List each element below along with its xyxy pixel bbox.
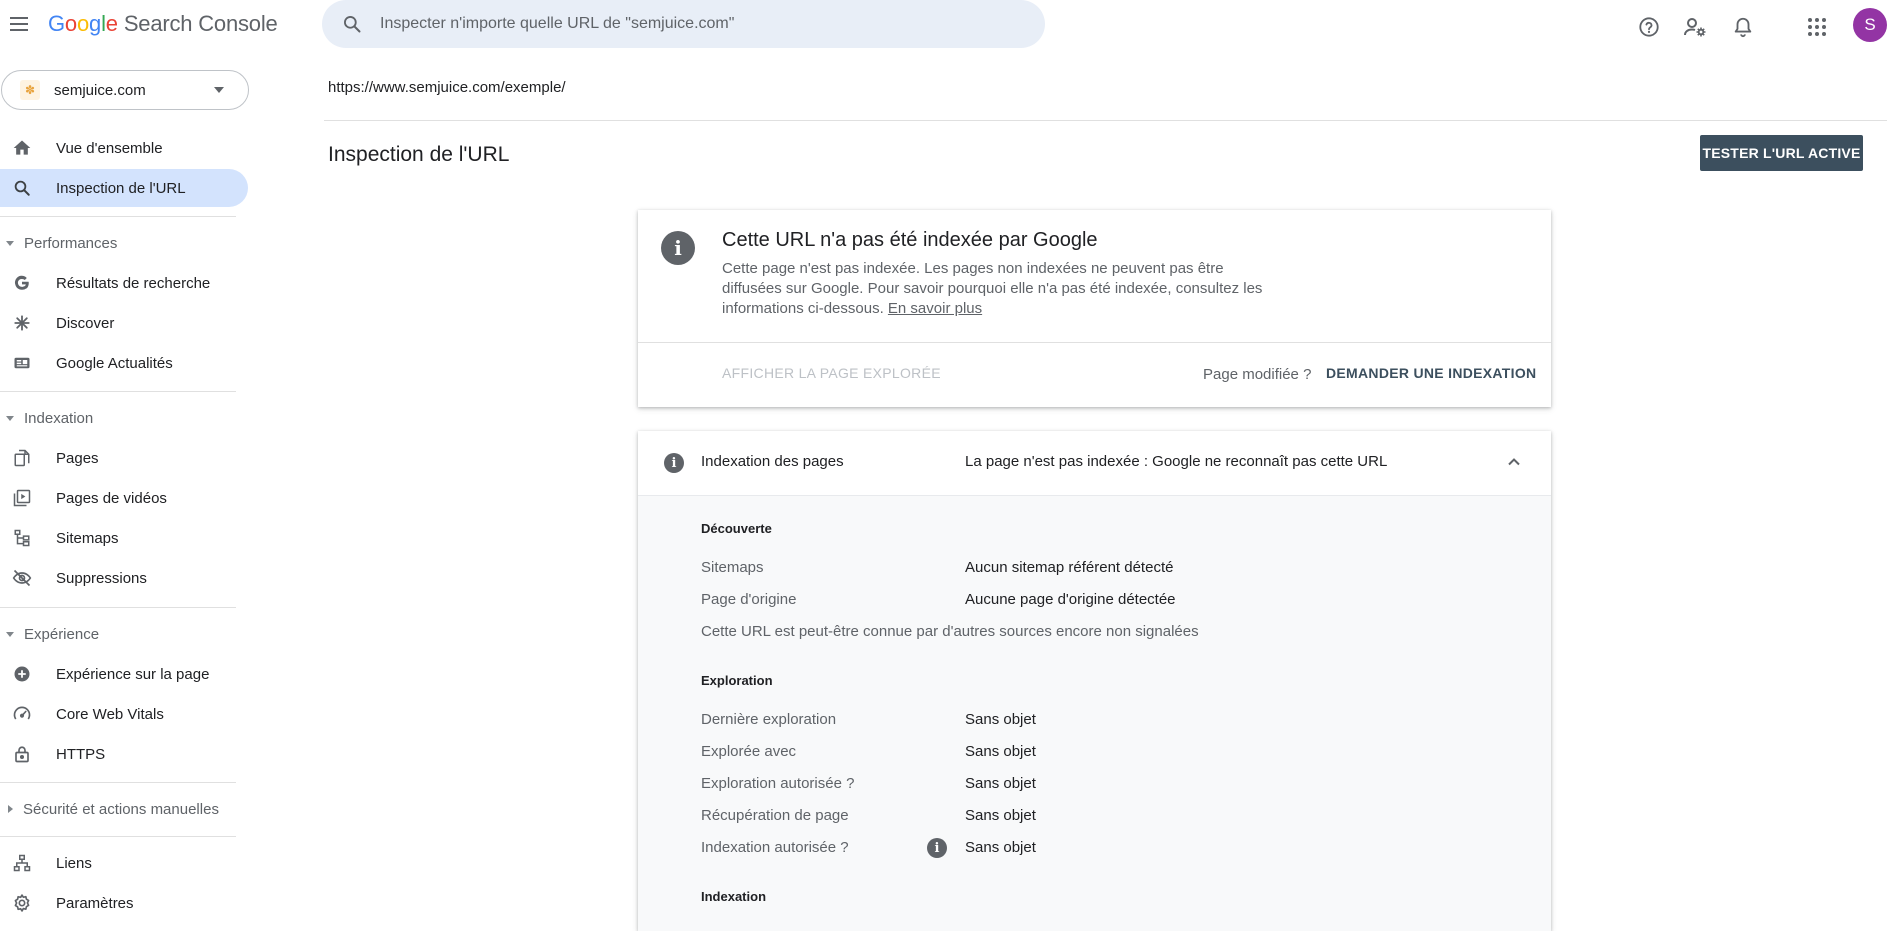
top-bar: GoogleSearch Console S [0, 0, 1887, 50]
property-favicon: ✽ [20, 80, 40, 100]
speed-icon [12, 704, 32, 724]
inspected-url: https://www.semjuice.com/exemple/ [328, 79, 566, 96]
section-performances[interactable]: Performances [0, 231, 248, 255]
sidebar-item-search-results[interactable]: Résultats de recherche [0, 264, 248, 302]
collapse-arrow-icon [6, 240, 14, 246]
index-status-card: i Cette URL n'a pas été indexée par Goog… [638, 210, 1551, 407]
chevron-up-icon[interactable] [1507, 455, 1521, 469]
search-icon [344, 16, 361, 33]
sitemap-icon [12, 528, 32, 548]
row-label: Indexation autorisée ? [701, 839, 849, 856]
page-indexing-status: La page n'est pas indexée : Google ne re… [965, 453, 1388, 470]
row-value: Sans objet [965, 743, 1036, 760]
page-indexing-title: Indexation des pages [701, 453, 844, 470]
search-console-logo[interactable]: Google Search Console [48, 11, 278, 37]
home-icon [12, 138, 32, 158]
search-input[interactable] [380, 15, 980, 33]
info-icon[interactable]: i [927, 838, 947, 858]
sidebar-item-url-inspection[interactable]: Inspection de l'URL [0, 169, 248, 207]
request-indexing-button[interactable]: DEMANDER UNE INDEXATION [1326, 365, 1536, 381]
property-selector[interactable]: ✽ semjuice.com [1, 70, 249, 110]
sidebar-item-discover[interactable]: Discover [0, 304, 248, 342]
page-indexing-details: Découverte Sitemaps Aucun sitemap référe… [638, 495, 1551, 931]
row-label: Dernière exploration [701, 711, 837, 728]
manage-users-icon[interactable] [1683, 15, 1707, 39]
main-menu-icon[interactable] [8, 12, 32, 36]
settings-icon [12, 893, 32, 913]
account-avatar[interactable]: S [1853, 8, 1887, 42]
index-status-heading: Cette URL n'a pas été indexée par Google [722, 229, 1098, 251]
page-modified-label: Page modifiée ? [1203, 366, 1312, 383]
collapse-arrow-icon [6, 415, 14, 421]
sidebar-item-video-pages[interactable]: Pages de vidéos [0, 479, 248, 517]
index-status-description: Cette page n'est pas indexée. Les pages … [722, 260, 1263, 317]
view-crawled-page-button[interactable]: AFFICHER LA PAGE EXPLORÉE [722, 365, 941, 381]
sidebar-item-sitemaps[interactable]: Sitemaps [0, 519, 248, 557]
sidebar-item-overview[interactable]: Vue d'ensemble [0, 129, 248, 167]
apps-grid-icon[interactable] [1805, 15, 1829, 39]
crawl-heading: Exploration [701, 673, 773, 688]
row-value: Sans objet [965, 807, 1036, 824]
row-value: Sans objet [965, 775, 1036, 792]
row-label: Page d'origine [701, 591, 797, 608]
row-value: Aucune page d'origine détectée [965, 591, 1176, 608]
google-g-icon [12, 273, 32, 293]
property-name: semjuice.com [54, 81, 146, 99]
learn-more-link[interactable]: En savoir plus [888, 300, 982, 317]
links-icon [12, 853, 32, 873]
notifications-bell-icon[interactable] [1731, 15, 1755, 39]
section-experience[interactable]: Expérience [0, 622, 248, 646]
indexing-heading: Indexation [701, 889, 767, 904]
news-icon [12, 353, 32, 373]
sidebar-item-links[interactable]: Liens [0, 844, 248, 882]
sidebar-item-removals[interactable]: Suppressions [0, 559, 248, 597]
info-icon: i [661, 231, 695, 265]
sidebar-item-google-news[interactable]: Google Actualités [0, 344, 248, 382]
dropdown-arrow-icon [214, 87, 224, 93]
sidebar-item-page-experience[interactable]: Expérience sur la page [0, 655, 248, 693]
row-value: Aucun sitemap référent détecté [965, 559, 1174, 576]
sidebar-item-core-web-vitals[interactable]: Core Web Vitals [0, 695, 248, 733]
info-icon: i [664, 453, 684, 473]
lock-icon [12, 744, 32, 764]
row-label: Exploration autorisée ? [701, 775, 855, 792]
sidebar-item-settings[interactable]: Paramètres [0, 884, 248, 922]
collapse-arrow-icon [6, 631, 14, 637]
divider [324, 120, 1887, 121]
video-pages-icon [12, 488, 32, 508]
section-indexation[interactable]: Indexation [0, 406, 248, 430]
row-value: Sans objet [965, 711, 1036, 728]
help-icon[interactable] [1637, 15, 1661, 39]
visibility-off-icon [12, 568, 32, 588]
search-icon [12, 178, 32, 198]
add-circle-icon [12, 664, 32, 684]
url-inspection-search-bar[interactable] [322, 0, 1045, 48]
sidebar-item-pages[interactable]: Pages [0, 439, 248, 477]
row-value: Sans objet [965, 839, 1036, 856]
page-indexing-card: i Indexation des pages La page n'est pas… [638, 431, 1551, 931]
test-live-url-button[interactable]: TESTER L'URL ACTIVE [1700, 135, 1863, 171]
discovery-note: Cette URL est peut-être connue par d'aut… [701, 623, 1199, 640]
row-label: Explorée avec [701, 743, 797, 760]
row-label: Récupération de page [701, 807, 849, 824]
discovery-heading: Découverte [701, 521, 772, 536]
asterisk-icon [12, 313, 32, 333]
expand-arrow-icon [8, 805, 13, 813]
sidebar-item-https[interactable]: HTTPS [0, 735, 248, 773]
page-title: Inspection de l'URL [328, 143, 510, 166]
pages-icon [12, 448, 32, 468]
page-indexing-header[interactable]: i Indexation des pages La page n'est pas… [638, 431, 1551, 495]
section-security-manual-actions[interactable]: Sécurité et actions manuelles [0, 797, 248, 821]
row-label: Sitemaps [701, 559, 764, 576]
